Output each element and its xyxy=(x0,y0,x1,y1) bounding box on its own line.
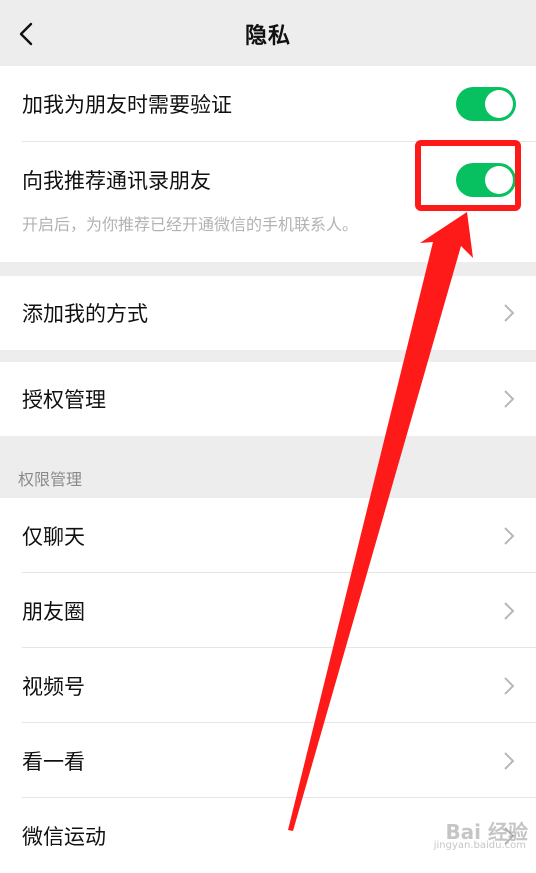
watermark-sub: jingyan.baidu.com xyxy=(433,840,526,851)
annotation-arrow-icon xyxy=(288,212,473,831)
watermark: Bai 经验 jingyan.baidu.com xyxy=(434,816,528,851)
